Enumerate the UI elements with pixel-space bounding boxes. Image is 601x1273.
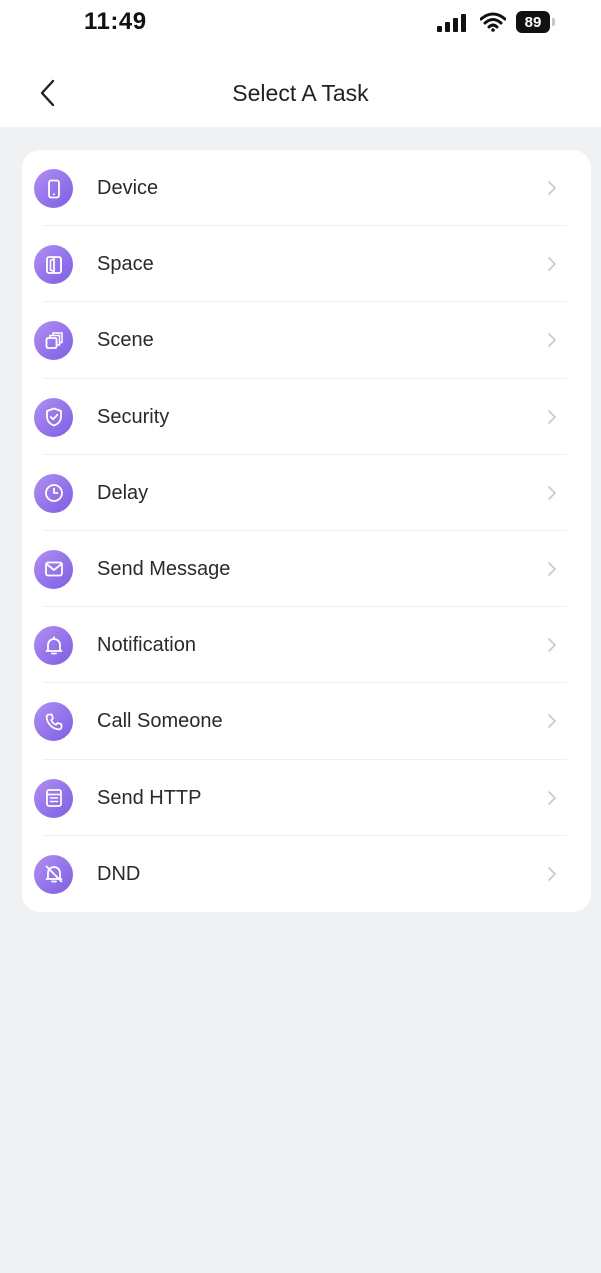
chevron-right-icon [548, 409, 556, 424]
chevron-right-icon [548, 562, 556, 576]
wifi-icon [479, 12, 507, 37]
task-item-scene[interactable]: Scene [22, 302, 591, 379]
chevron-right-icon [548, 181, 556, 195]
signal-icon [437, 14, 467, 37]
chevron-right-icon [548, 866, 556, 881]
battery-tip [552, 18, 555, 26]
task-label: Space [97, 253, 154, 276]
chevron-right-icon [548, 790, 556, 805]
task-item-call-someone[interactable]: Call Someone [22, 683, 591, 760]
chevron-right-icon [548, 485, 556, 500]
task-item-space[interactable]: Space [22, 226, 591, 303]
door-icon [34, 245, 73, 285]
status-bar: 11:49 89 [0, 0, 601, 50]
task-label: Send Message [97, 557, 231, 580]
chevron-right-icon [548, 638, 556, 652]
task-label: Send HTTP [97, 786, 202, 809]
task-item-send-http[interactable]: Send HTTP [22, 760, 591, 836]
task-label: Notification [97, 634, 196, 657]
phone-device-icon [34, 169, 73, 208]
task-item-device[interactable]: Device [22, 150, 591, 227]
task-item-delay[interactable]: Delay [22, 455, 591, 532]
task-label: Call Someone [97, 710, 223, 733]
task-label: DND [97, 862, 141, 885]
layers-icon [34, 321, 73, 361]
task-item-security[interactable]: Security [22, 379, 591, 455]
chevron-right-icon [548, 333, 556, 348]
chevron-right-icon [548, 714, 556, 729]
task-label: Device [97, 177, 159, 199]
status-time: 11:49 [84, 8, 147, 35]
task-label: Security [97, 405, 170, 428]
bell-off-icon [34, 854, 73, 894]
document-icon [34, 778, 73, 818]
bell-icon [34, 626, 73, 666]
envelope-icon [34, 549, 73, 589]
chevron-right-icon [548, 257, 556, 271]
nav-bar: Select A Task [0, 60, 601, 127]
battery-indicator: 89 [516, 11, 550, 33]
task-item-send-message[interactable]: Send Message [22, 531, 591, 608]
task-list: Device Space Scene Security Delay Send M… [22, 150, 591, 912]
page-title: Select A Task [232, 80, 369, 106]
clock-icon [34, 473, 73, 513]
task-label: Scene [97, 329, 154, 352]
phone-call-icon [34, 702, 73, 742]
task-label: Delay [97, 481, 149, 504]
shield-icon [34, 397, 73, 437]
task-item-notification[interactable]: Notification [22, 607, 591, 684]
task-item-dnd[interactable]: DND [22, 836, 591, 912]
top-bar: 11:49 89 Select A Task [0, 0, 601, 127]
